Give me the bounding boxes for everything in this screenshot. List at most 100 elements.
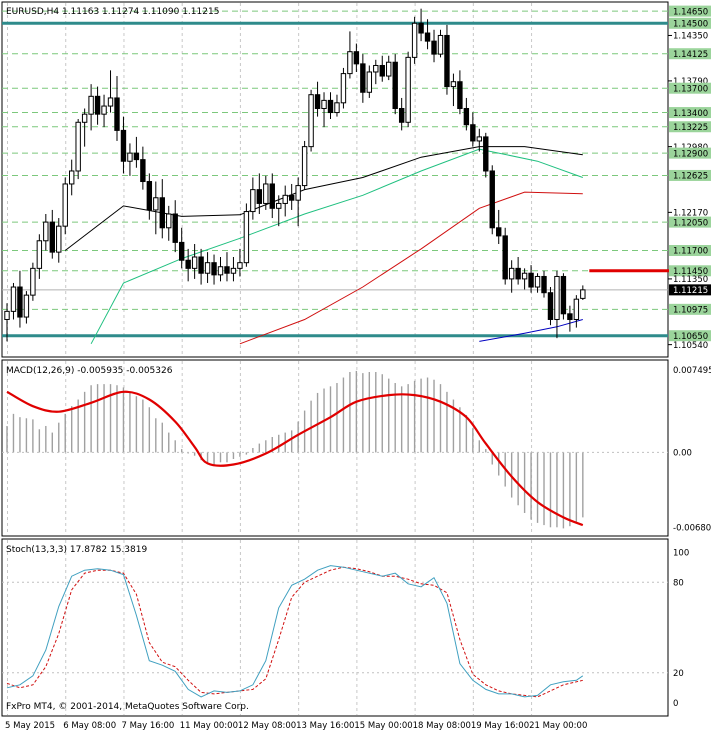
- candle-body-bear: [567, 313, 573, 320]
- price-label: 1.11350: [673, 275, 708, 285]
- time-label: 5 May 2015: [5, 721, 55, 731]
- price-label: 1.12625: [673, 172, 708, 182]
- price-label: 1.10540: [673, 341, 708, 351]
- macd-scale-label: 0.007495: [673, 366, 711, 376]
- candle: [444, 24, 450, 95]
- price-label: 1.14350: [673, 32, 708, 42]
- candle-body-bull: [263, 183, 269, 204]
- candle-body-bull: [476, 136, 483, 142]
- candle-body-bear: [496, 227, 502, 237]
- price-label: 1.13225: [673, 123, 708, 133]
- candle: [30, 262, 36, 301]
- price-label: 1.14650: [673, 7, 708, 17]
- candle-body-bear: [360, 63, 366, 93]
- time-label: 21 May 00:00: [529, 721, 587, 731]
- candle-body-bull: [230, 267, 237, 274]
- candle-body-bull: [69, 170, 75, 185]
- candle-body-bear: [224, 266, 230, 274]
- candle: [489, 165, 495, 235]
- candle-body-bear: [353, 51, 360, 65]
- candle-body-bear: [327, 99, 334, 114]
- time-label: 7 May 16:00: [121, 721, 174, 731]
- candle-body-bear: [431, 40, 437, 55]
- candle-body-bear: [418, 22, 424, 34]
- candle-body-bull: [81, 113, 88, 123]
- candle-body-bear: [269, 183, 275, 209]
- price-label: 1.13700: [673, 84, 708, 94]
- candle-body-bull: [43, 221, 49, 242]
- price-label: 1.10975: [673, 306, 708, 316]
- candle-body-bear: [17, 286, 23, 318]
- time-label: 12 May 08:00: [238, 721, 296, 731]
- price-label: 1.13400: [673, 109, 708, 119]
- candle-body-bear: [560, 275, 567, 315]
- candle-body-bear: [256, 189, 263, 204]
- candle-body-bull: [30, 267, 36, 296]
- candle-body-bull: [127, 152, 133, 162]
- candle-body-bull: [217, 266, 224, 276]
- candle-body-bear: [159, 197, 165, 229]
- candle-body-bull: [373, 64, 379, 73]
- candle-body-bear: [398, 107, 405, 123]
- candle-body-bull: [23, 294, 30, 318]
- candle-body-bull: [580, 289, 586, 299]
- candle: [547, 287, 554, 326]
- candle: [243, 203, 250, 267]
- candle-body-bear: [133, 152, 140, 161]
- candle-body-bear: [424, 32, 431, 42]
- stoch-scale-label: 80: [673, 578, 684, 588]
- candle-body-bear: [198, 256, 204, 274]
- candle-body-bear: [541, 275, 547, 294]
- stoch-scale-label: 20: [673, 669, 684, 679]
- candle-body-bear: [49, 221, 55, 253]
- candle: [502, 227, 508, 285]
- candle: [75, 119, 81, 180]
- copyright-text: FxPro MT4, © 2001-2014, MetaQuotes Softw…: [6, 702, 249, 712]
- candle-body-bull: [437, 34, 444, 55]
- candle-body-bull: [75, 121, 81, 172]
- time-label: 11 May 00:00: [180, 721, 238, 731]
- candle-body-bear: [392, 61, 398, 109]
- candle-body-bull: [237, 262, 243, 269]
- candle: [405, 51, 411, 128]
- candle-body-bear: [502, 235, 508, 280]
- candle-body-bear: [379, 64, 385, 77]
- candle-body-bear: [185, 259, 191, 269]
- time-label: 13 May 16:00: [296, 721, 354, 731]
- candle: [340, 67, 347, 109]
- candle-body-bear: [120, 129, 127, 162]
- candle-body-bull: [282, 194, 288, 204]
- candle-body-bear: [314, 94, 321, 109]
- candle-body-bull: [450, 81, 457, 88]
- stoch-scale-label: 0: [673, 699, 678, 709]
- candle-body-bull: [250, 189, 256, 213]
- chart-title: EURUSD,H4 1.11163 1.11274 1.11090 1.1121…: [6, 7, 219, 17]
- candle: [483, 132, 489, 178]
- candle-body-bear: [547, 292, 554, 320]
- candle: [308, 89, 314, 152]
- candle-body-bear: [172, 213, 178, 243]
- stoch-scale-label: 100: [673, 548, 689, 558]
- current-price-label: 1.11215: [673, 286, 708, 296]
- candle-body-bull: [521, 272, 528, 280]
- candle-body-bull: [56, 225, 62, 253]
- candle-body-bull: [301, 146, 308, 187]
- candle-body-bull: [366, 71, 373, 93]
- candle-body-bull: [166, 213, 172, 229]
- candle-body-bull: [534, 275, 541, 288]
- candle-body-bull: [411, 22, 418, 58]
- candle-body-bear: [288, 194, 295, 201]
- candle-body-bull: [573, 298, 580, 320]
- candle-body-bull: [554, 275, 560, 320]
- candle-body-bear: [463, 107, 470, 126]
- macd-scale-label: 0.00: [673, 449, 692, 459]
- candle-body-bull: [88, 95, 94, 115]
- candle-body-bull: [10, 286, 17, 312]
- candle: [62, 177, 68, 235]
- eurusd-chart-window[interactable]: 1.146501.145001.143501.141251.137901.137…: [0, 0, 711, 733]
- candle: [560, 273, 567, 320]
- candle-body-bear: [211, 262, 217, 276]
- price-label: 1.14125: [673, 50, 708, 60]
- price-label: 1.11700: [673, 247, 708, 257]
- candle: [411, 16, 418, 64]
